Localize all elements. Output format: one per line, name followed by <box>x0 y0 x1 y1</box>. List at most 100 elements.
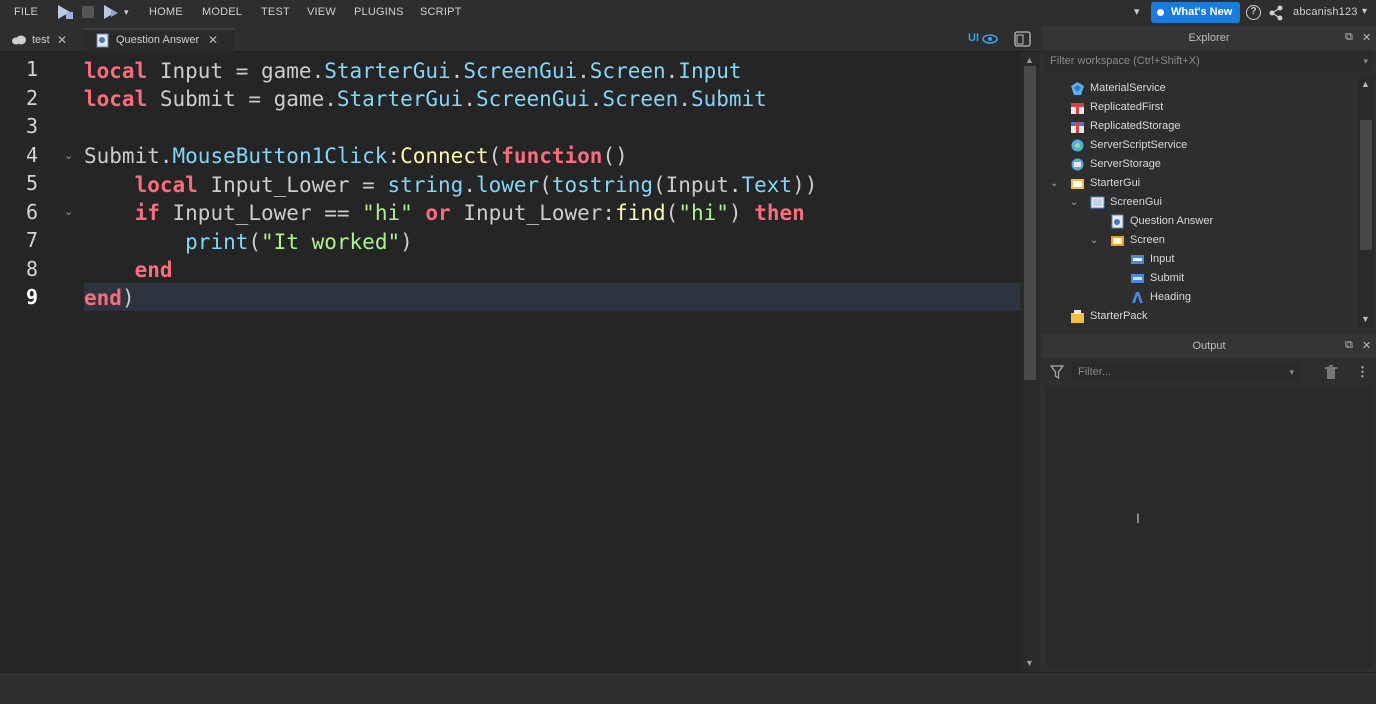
code-token: tostring <box>551 173 653 197</box>
code-line[interactable]: end) <box>84 284 135 312</box>
play-icon[interactable] <box>56 4 74 20</box>
code-token: "hi" <box>362 201 413 225</box>
device-icon[interactable] <box>1014 31 1032 47</box>
code-token: Connect <box>400 144 489 168</box>
chevron-down-icon[interactable]: ▾ <box>1134 0 1140 24</box>
explorer-filter-input[interactable]: Filter workspace (Ctrl+Shift+X) ▾ <box>1046 51 1372 71</box>
tab-bar: test ✕ Question Answer ✕ UI <box>0 26 1040 52</box>
code-line[interactable]: if Input_Lower == "hi" or Input_Lower:fi… <box>84 199 805 227</box>
filter-icon[interactable] <box>1050 365 1064 379</box>
status-bar <box>0 672 1376 704</box>
chevron-down-icon[interactable]: ▾ <box>1289 362 1294 382</box>
tab-question-answer[interactable]: Question Answer ✕ <box>84 28 234 52</box>
tree-item-label: Input <box>1150 253 1175 265</box>
undock-icon[interactable]: ⧉ <box>1345 339 1353 352</box>
text-cursor-icon: I <box>1136 510 1140 526</box>
chevron-down-icon[interactable]: ⌄ <box>1090 231 1098 250</box>
menu-script[interactable]: SCRIPT <box>420 0 462 24</box>
scroll-thumb[interactable] <box>1024 66 1036 380</box>
tree-item-label: ScreenGui <box>1110 196 1162 208</box>
line-number: 8 <box>25 257 38 281</box>
script-editor[interactable]: 1 2 3 4 5 6 7 8 9 ⌄ ⌄ local Input = game… <box>0 52 1040 672</box>
tree-item-label: ServerScriptService <box>1090 139 1188 151</box>
toolbar-overflow-icon[interactable]: ▾ <box>124 0 129 24</box>
screen-gui-icon <box>1090 196 1105 209</box>
menu-model[interactable]: MODEL <box>202 0 242 24</box>
textlabel-icon <box>1132 292 1143 303</box>
share-icon[interactable] <box>1268 5 1284 21</box>
tab-label: Question Answer <box>116 34 200 46</box>
output-filter-input[interactable]: Filter... ▾ <box>1072 362 1300 382</box>
menu-test[interactable]: TEST <box>261 0 290 24</box>
code-token: Submit. <box>84 144 173 168</box>
local-script-icon <box>1111 214 1124 229</box>
code-area[interactable]: local Input = game.StarterGui.ScreenGui.… <box>84 52 1020 672</box>
code-token: () <box>602 144 628 168</box>
close-icon[interactable]: ✕ <box>1362 339 1371 352</box>
code-token: ) <box>728 201 755 225</box>
server-storage-icon <box>1071 158 1084 171</box>
more-options-icon[interactable]: ⋮ <box>1356 364 1369 380</box>
menu-plugins[interactable]: PLUGINS <box>354 0 404 24</box>
tab-test[interactable]: test ✕ <box>0 28 76 52</box>
fold-chevron-icon[interactable]: ⌄ <box>64 205 73 218</box>
code-token: ( <box>539 173 552 197</box>
chevron-down-icon[interactable]: ▾ <box>1363 51 1368 71</box>
explorer-tree[interactable]: MaterialService ReplicatedFirst Replicat… <box>1042 76 1358 328</box>
menu-view[interactable]: VIEW <box>307 0 336 24</box>
code-line[interactable]: local Input = game.StarterGui.ScreenGui.… <box>84 57 742 85</box>
menu-bar: FILE ▾ HOME MODEL TEST VIEW PLUGINS SCRI… <box>0 0 1376 26</box>
code-line[interactable]: local Submit = game.StarterGui.ScreenGui… <box>84 85 767 113</box>
line-number: 4 <box>25 143 38 167</box>
undock-icon[interactable]: ⧉ <box>1345 31 1353 44</box>
user-menu-chevron-icon[interactable]: ▾ <box>1362 0 1367 24</box>
code-line[interactable]: end <box>84 256 173 284</box>
whats-new-button[interactable]: What's New <box>1151 2 1240 23</box>
tab-label: test <box>32 34 50 46</box>
code-line[interactable]: Submit.MouseButton1Click:Connect(functio… <box>84 142 628 170</box>
scroll-up-icon[interactable]: ▲ <box>1361 79 1370 89</box>
tree-item-label: StarterPack <box>1090 310 1148 322</box>
code-token: Screen <box>602 87 679 111</box>
help-icon[interactable]: ? <box>1246 5 1261 20</box>
code-token: ( <box>665 201 679 225</box>
code-token: . <box>577 59 590 83</box>
close-icon[interactable]: ✕ <box>57 28 67 52</box>
scroll-thumb[interactable] <box>1360 120 1372 250</box>
chevron-down-icon[interactable]: ⌄ <box>1070 193 1078 212</box>
chevron-down-icon[interactable]: ⌄ <box>1050 174 1058 193</box>
output-log[interactable]: I <box>1046 386 1372 668</box>
scroll-up-icon[interactable]: ▲ <box>1025 55 1034 65</box>
tree-item-label: Submit <box>1150 272 1185 284</box>
scroll-down-icon[interactable]: ▼ <box>1361 314 1370 324</box>
code-token: Input_Lower == <box>159 201 363 225</box>
fold-chevron-icon[interactable]: ⌄ <box>64 149 73 162</box>
code-token: . <box>678 87 691 111</box>
ui-toggle[interactable]: UI <box>968 32 979 44</box>
code-line[interactable]: print("It worked") <box>84 228 413 256</box>
tree-item-label: ReplicatedStorage <box>1090 120 1181 132</box>
file-menu[interactable]: FILE <box>14 0 38 24</box>
code-token: . <box>450 59 464 83</box>
eye-icon[interactable] <box>982 34 998 44</box>
material-service-icon <box>1071 82 1084 95</box>
code-token: "It worked" <box>261 230 401 254</box>
close-icon[interactable]: ✕ <box>1362 31 1371 44</box>
menu-home[interactable]: HOME <box>149 0 183 24</box>
tree-item-label: Screen <box>1130 234 1165 246</box>
username[interactable]: abcanish123 <box>1293 0 1358 24</box>
explorer-scrollbar[interactable]: ▲ ▼ <box>1358 76 1374 328</box>
close-icon[interactable]: ✕ <box>208 28 218 52</box>
editor-scrollbar[interactable]: ▲ ▼ <box>1020 52 1040 672</box>
trash-icon[interactable] <box>1324 365 1338 380</box>
starter-gui-icon <box>1071 179 1084 189</box>
code-line[interactable]: local Input_Lower = string.lower(tostrin… <box>84 171 818 199</box>
stop-icon[interactable] <box>80 4 98 20</box>
scroll-down-icon[interactable]: ▼ <box>1025 658 1034 668</box>
tree-item-label: Question Answer <box>1130 215 1214 227</box>
code-token: then <box>754 201 805 225</box>
run-icon[interactable] <box>102 4 120 20</box>
code-token: StarterGui <box>324 59 451 83</box>
